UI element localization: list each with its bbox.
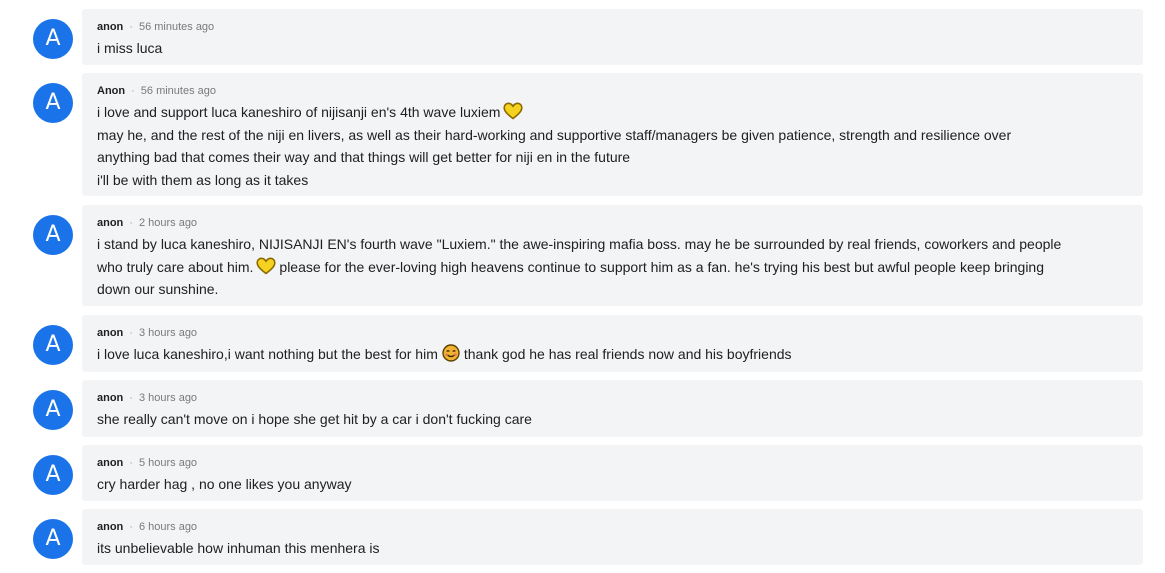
avatar[interactable]: A — [33, 215, 73, 255]
comment-card: anon · 3 hours ago i love luca kaneshiro,i… — [82, 315, 1143, 372]
comment-line: down our sunshine. — [97, 281, 219, 297]
timestamp: 56 minutes ago — [138, 21, 215, 33]
separator-dot: · — [129, 457, 133, 469]
comment-text: i love luca kaneshiro,i want nothing but… — [97, 343, 1128, 366]
comment-line: anything bad that comes their way and th… — [97, 149, 631, 165]
comment-line: i love and support luca kaneshiro of nij… — [97, 101, 1128, 124]
comment-text: she really can't move on i hope she get … — [97, 408, 1128, 431]
comment-line: she really can't move on i hope she get … — [97, 411, 532, 427]
comment-line-text: i love luca kaneshiro,i want nothing but… — [97, 346, 438, 362]
comment-line-text: who truly care about him. — [97, 258, 254, 275]
comment-card: anon · 56 minutes ago i miss luca — [82, 9, 1143, 65]
avatar[interactable]: A — [33, 390, 73, 430]
yellow-heart-icon — [256, 256, 277, 275]
author-name[interactable]: anon — [97, 327, 123, 339]
comment-text: its unbelievable how inhuman this menher… — [97, 537, 1128, 560]
timestamp: 3 hours ago — [138, 392, 198, 404]
comment-line: i miss luca — [97, 40, 163, 56]
separator-dot: · — [129, 327, 133, 339]
comment-card: anon · 6 hours ago its unbelievable how in… — [82, 509, 1143, 565]
avatar[interactable]: A — [33, 83, 73, 123]
comment-card: anon · 2 hours ago i stand by luca kaneshi… — [82, 205, 1143, 306]
author-name[interactable]: anon — [97, 521, 123, 533]
separator-dot: · — [129, 521, 133, 533]
comment-card: anon · 5 hours ago cry harder hag , no one… — [82, 445, 1143, 501]
comment-meta: anon · 3 hours ago — [97, 326, 1128, 340]
comment-line-text: thank god he has real friends now and hi… — [463, 346, 792, 362]
author-name[interactable]: anon — [97, 217, 123, 229]
comment-meta: anon · 6 hours ago — [97, 520, 1128, 534]
timestamp: 3 hours ago — [138, 327, 198, 339]
timestamp: 6 hours ago — [138, 521, 198, 533]
author-name[interactable]: anon — [97, 21, 123, 33]
separator-dot: · — [129, 21, 133, 33]
timestamp: 5 hours ago — [138, 457, 198, 469]
separator-dot: · — [131, 85, 135, 97]
timestamp: 56 minutes ago — [140, 85, 216, 97]
yellow-heart-icon — [503, 102, 524, 120]
comment-line-text: please for the ever-loving high heavens … — [279, 258, 1044, 275]
comment-card: anon · 3 hours ago she really can't move o… — [82, 380, 1143, 437]
comment-line: cry harder hag , no one likes you anyway — [97, 476, 352, 492]
comment-text: i miss luca — [97, 37, 1128, 60]
avatar[interactable]: A — [33, 519, 73, 559]
comment-text: i love and support luca kaneshiro of nij… — [97, 101, 1128, 191]
comment-line: i stand by luca kaneshiro, NIJISANJI EN'… — [97, 236, 1062, 252]
separator-dot: · — [129, 392, 133, 404]
timestamp: 2 hours ago — [138, 217, 198, 229]
avatar[interactable]: A — [33, 19, 73, 59]
author-name[interactable]: anon — [97, 392, 123, 404]
comment-line: who truly care about him. please for the … — [97, 256, 1128, 279]
author-name[interactable]: anon — [97, 457, 123, 469]
comment-meta: anon · 5 hours ago — [97, 456, 1128, 470]
avatar[interactable]: A — [33, 325, 73, 365]
comment-meta: Anon · 56 minutes ago — [97, 84, 1128, 98]
author-name[interactable]: Anon — [97, 85, 125, 97]
comment-meta: anon · 56 minutes ago — [97, 20, 1128, 34]
comment-line: i'll be with them as long as it takes — [97, 171, 309, 188]
comment-text: cry harder hag , no one likes you anyway — [97, 473, 1128, 496]
avatar[interactable]: A — [33, 455, 73, 495]
comment-card: Anon · 56 minutes ago i love and support l… — [82, 73, 1143, 196]
comment-meta: anon · 3 hours ago — [97, 391, 1128, 405]
comment-line: i love luca kaneshiro,i want nothing but… — [97, 343, 1128, 366]
separator-dot: · — [129, 217, 133, 229]
smiling-face-icon — [442, 344, 460, 362]
comment-line: may he, and the rest of the niji en live… — [97, 126, 1012, 143]
comment-line: its unbelievable how inhuman this menher… — [97, 540, 380, 556]
comment-meta: anon · 2 hours ago — [97, 216, 1128, 230]
comment-line-text: i love and support luca kaneshiro of nij… — [97, 104, 501, 120]
comment-text: i stand by luca kaneshiro, NIJISANJI EN'… — [97, 233, 1128, 301]
